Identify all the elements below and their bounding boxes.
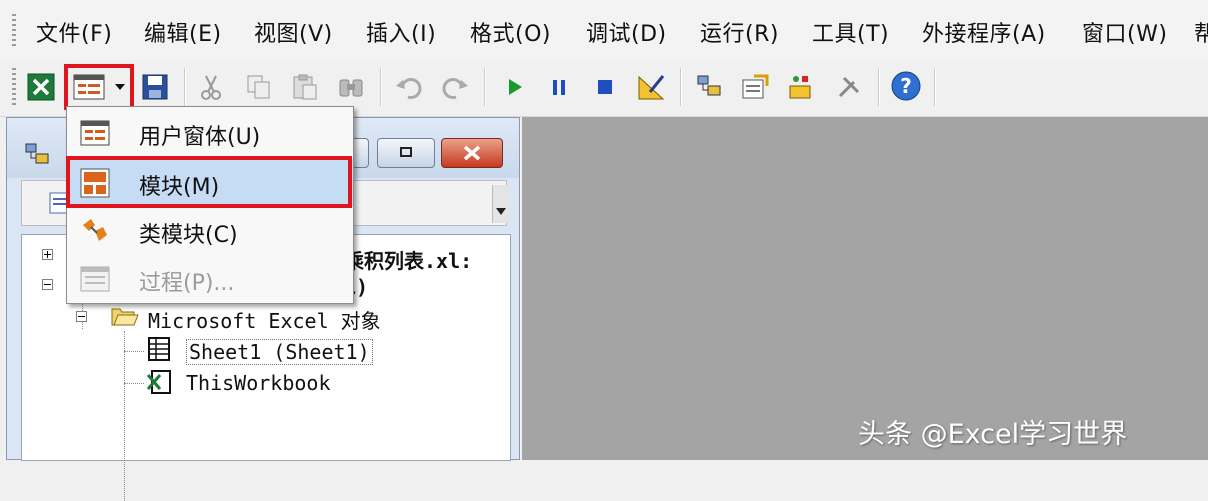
pause-icon[interactable] <box>544 72 574 102</box>
toolbar-overflow[interactable] <box>492 185 509 223</box>
menu-item-label: 用户窗体(U) <box>139 125 261 150</box>
menu-item-label: 过程(P)... <box>139 271 235 296</box>
close-button[interactable] <box>441 138 503 168</box>
save-icon[interactable] <box>140 72 170 102</box>
toolbar-separator <box>878 68 880 106</box>
mdi-workspace <box>522 117 1208 460</box>
menu-format[interactable]: 格式(O) <box>470 16 551 48</box>
menu-item-procedure[interactable]: 过程(P)... <box>67 255 353 303</box>
menu-run[interactable]: 运行(R) <box>700 16 779 48</box>
menu-debug[interactable]: 调试(D) <box>586 16 667 48</box>
tree-item-sheet1[interactable]: Sheet1 (Sheet1) <box>186 339 373 365</box>
collapse-toggle[interactable] <box>76 311 87 322</box>
chevron-down-icon <box>496 208 506 215</box>
project-explorer-icon[interactable] <box>694 72 724 102</box>
menu-item-label: 类模块(C) <box>139 223 238 248</box>
toolbar-separator <box>380 68 382 106</box>
menu-item-class-module[interactable]: 类模块(C) <box>67 207 353 255</box>
paste-icon[interactable] <box>290 72 320 102</box>
object-browser-icon[interactable] <box>786 72 816 102</box>
menu-insert[interactable]: 插入(I) <box>366 16 436 48</box>
restore-button[interactable] <box>377 138 435 168</box>
run-icon[interactable] <box>500 72 530 102</box>
userform-icon <box>80 120 110 146</box>
find-icon[interactable] <box>336 72 366 102</box>
menu-help[interactable]: 帮 <box>1194 16 1208 48</box>
collapse-toggle[interactable] <box>42 279 53 290</box>
toolbox-icon[interactable] <box>834 72 864 102</box>
folder-open-icon <box>111 308 139 326</box>
excel-view-icon[interactable] <box>26 72 56 102</box>
menu-file[interactable]: 文件(F) <box>36 16 112 48</box>
toolbar-separator <box>484 68 486 106</box>
procedure-icon <box>80 266 110 292</box>
redo-icon[interactable] <box>440 72 470 102</box>
toolbar-separator <box>934 68 936 106</box>
menubar-grip[interactable] <box>12 14 16 46</box>
toolbar-separator <box>184 68 186 106</box>
tree-line <box>124 331 125 501</box>
menu-window[interactable]: 窗口(W) <box>1082 16 1167 48</box>
help-icon[interactable]: ? <box>890 70 922 102</box>
properties-window-icon[interactable] <box>740 72 770 102</box>
svg-text:?: ? <box>900 74 912 98</box>
excel-objects-folder-label[interactable]: Microsoft Excel 对象 <box>148 305 381 334</box>
highlight-insert-button <box>64 64 134 110</box>
menu-addins[interactable]: 外接程序(A) <box>922 16 1046 48</box>
class-module-icon <box>83 219 107 241</box>
tree-line <box>124 351 144 352</box>
copy-icon[interactable] <box>244 72 274 102</box>
menu-edit[interactable]: 编辑(E) <box>144 16 222 48</box>
stop-icon[interactable] <box>590 72 620 102</box>
close-icon <box>463 145 481 161</box>
expand-toggle[interactable] <box>42 249 53 260</box>
workbook-icon <box>146 370 171 394</box>
restore-icon <box>400 147 412 157</box>
toolbar-separator <box>680 68 682 106</box>
tree-item-thisworkbook[interactable]: ThisWorkbook <box>186 371 331 395</box>
cut-icon[interactable] <box>196 72 226 102</box>
menu-view[interactable]: 视图(V) <box>254 16 333 48</box>
tree-line <box>124 383 144 384</box>
highlight-module-item <box>66 156 352 208</box>
menu-item-userform[interactable]: 用户窗体(U) <box>67 109 353 157</box>
project-root-label[interactable]: 乘积列表.xl: <box>344 245 472 274</box>
undo-icon[interactable] <box>394 72 424 102</box>
worksheet-icon <box>148 337 170 361</box>
menu-bar: 文件(F) 编辑(E) 视图(V) 插入(I) 格式(O) 调试(D) 运行(R… <box>0 0 1208 60</box>
project-window-icon <box>25 143 49 164</box>
menu-tools[interactable]: 工具(T) <box>812 16 889 48</box>
toolbar-grip[interactable] <box>12 68 16 108</box>
watermark: 头条 @Excel学习世界 <box>858 419 1128 450</box>
design-mode-icon[interactable] <box>636 72 666 102</box>
